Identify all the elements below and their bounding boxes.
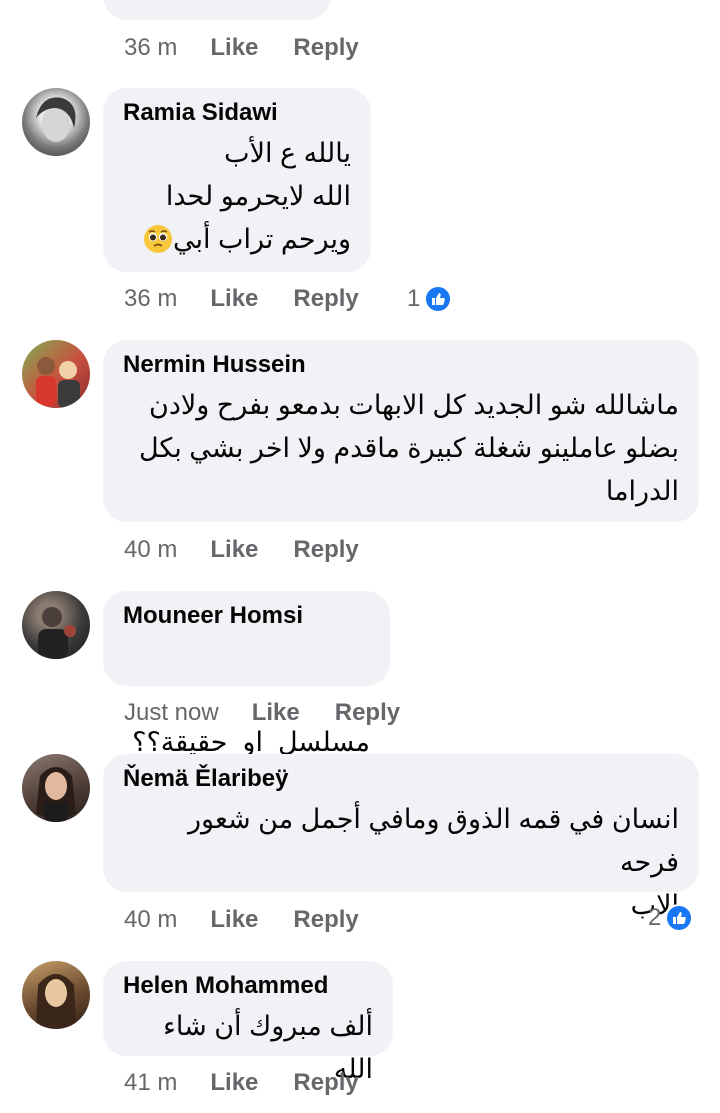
comment-text: ماشالله شو الجديد كل الابهات بدمعو بفرح … — [123, 384, 679, 513]
reaction-summary[interactable]: 1 — [407, 283, 453, 315]
reply-button[interactable]: Reply — [293, 534, 358, 566]
comment-author[interactable]: Mouneer Homsi — [123, 601, 370, 631]
comment-line: يالله ع الأب — [224, 138, 351, 168]
comment-author[interactable]: Nermin Hussein — [123, 350, 679, 380]
reaction-count: 1 — [407, 285, 421, 312]
comment-line: ماشالله شو الجديد كل الابهات بدمعو بفرح … — [149, 390, 679, 420]
comment-line-with-emoji: ويرحم تراب أبي — [123, 218, 351, 261]
like-reaction-icon — [424, 285, 453, 313]
avatar[interactable] — [22, 754, 90, 822]
comment-bubble: Ramia Sidawi يالله ع الأب الله لايحرمو ل… — [103, 88, 371, 272]
avatar[interactable] — [22, 340, 90, 408]
reply-button[interactable]: Reply — [293, 1067, 358, 1099]
comment-author[interactable]: Ramia Sidawi — [123, 98, 351, 128]
comment-actions: Just now Like Reply — [124, 697, 400, 729]
avatar[interactable] — [22, 591, 90, 659]
comment-time: Just now — [124, 699, 219, 726]
like-button[interactable]: Like — [210, 1067, 258, 1099]
comment-bubble: Helen Mohammed ألف مبروك أن شاء الله — [103, 961, 393, 1084]
reaction-count: 2 — [648, 904, 662, 931]
comment-line: الدراما — [605, 476, 679, 506]
comment-actions: 36 m Like Reply — [124, 32, 359, 64]
reply-button[interactable]: Reply — [335, 697, 400, 729]
comment-actions: 41 m Like Reply — [124, 1067, 359, 1099]
reply-button[interactable]: Reply — [293, 904, 358, 936]
avatar[interactable] — [22, 88, 90, 156]
reaction-summary[interactable]: 2 — [648, 902, 694, 934]
pleading-face-emoji-icon — [144, 225, 173, 253]
reply-button[interactable]: Reply — [293, 283, 358, 315]
comment-actions: 36 m Like Reply — [124, 283, 359, 315]
comment-time: 40 m — [124, 536, 178, 563]
like-reaction-icon — [665, 904, 694, 932]
comment-actions: 40 m Like Reply — [124, 534, 359, 566]
like-button[interactable]: Like — [210, 32, 258, 64]
comment-line: انسان في قمه الذوق ومافي أجمل من شعور فر… — [188, 804, 679, 877]
avatar[interactable] — [22, 961, 90, 1029]
like-button[interactable]: Like — [210, 904, 258, 936]
comment-text: يالله ع الأب الله لايحرمو لحدا ويرحم ترا… — [123, 132, 351, 261]
comment-time: 36 m — [124, 285, 178, 312]
comment-actions: 40 m Like Reply — [124, 904, 359, 936]
comment-time: 36 m — [124, 34, 178, 61]
comment-author[interactable]: Helen Mohammed — [123, 971, 373, 1001]
comment-bubble-fragment — [103, 0, 331, 20]
like-button[interactable]: Like — [210, 534, 258, 566]
comment-bubble: Mouneer Homsi مسلسل او حقيقة؟؟ — [103, 591, 390, 757]
comment-author[interactable]: Ňemä Ělaribeÿ — [123, 764, 679, 794]
like-button[interactable]: Like — [210, 283, 258, 315]
reply-button[interactable]: Reply — [293, 32, 358, 64]
comment-time: 41 m — [124, 1069, 178, 1096]
comment-line: الله لايحرمو لحدا — [165, 181, 351, 211]
comment-bubble: Ňemä Ělaribeÿ انسان في قمه الذوق ومافي أ… — [103, 754, 699, 920]
comment-line: ويرحم تراب أبي — [173, 224, 351, 254]
comment-line: بضلو عاملينو شغلة كبيرة ماقدم ولا اخر بش… — [138, 433, 679, 463]
comment-bubble: Nermin Hussein ماشالله شو الجديد كل الاب… — [103, 340, 699, 522]
like-button[interactable]: Like — [252, 697, 300, 729]
comment-time: 40 m — [124, 906, 178, 933]
